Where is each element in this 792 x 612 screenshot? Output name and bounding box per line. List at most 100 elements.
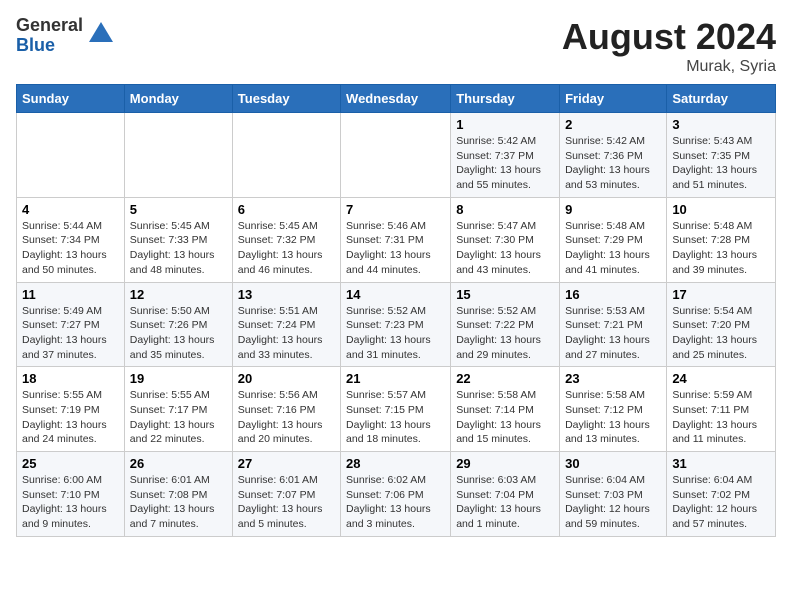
day-number: 31	[672, 456, 770, 471]
day-number: 26	[130, 456, 227, 471]
day-info: Sunrise: 6:00 AM Sunset: 7:10 PM Dayligh…	[22, 473, 119, 532]
header-wednesday: Wednesday	[341, 85, 451, 113]
calendar-cell: 1 Sunrise: 5:42 AM Sunset: 7:37 PM Daylig…	[451, 113, 560, 198]
day-info: Sunrise: 5:48 AM Sunset: 7:28 PM Dayligh…	[672, 219, 770, 278]
day-number: 2	[565, 117, 661, 132]
week-row-1: 1 Sunrise: 5:42 AM Sunset: 7:37 PM Daylig…	[17, 113, 776, 198]
day-number: 24	[672, 371, 770, 386]
week-row-4: 18 Sunrise: 5:55 AM Sunset: 7:19 PM Dayli…	[17, 367, 776, 452]
calendar-cell: 7 Sunrise: 5:46 AM Sunset: 7:31 PM Daylig…	[341, 197, 451, 282]
day-number: 8	[456, 202, 554, 217]
day-info: Sunrise: 6:02 AM Sunset: 7:06 PM Dayligh…	[346, 473, 445, 532]
calendar-cell: 13 Sunrise: 5:51 AM Sunset: 7:24 PM Dayli…	[232, 282, 340, 367]
day-number: 7	[346, 202, 445, 217]
day-info: Sunrise: 5:52 AM Sunset: 7:23 PM Dayligh…	[346, 304, 445, 363]
day-number: 28	[346, 456, 445, 471]
day-info: Sunrise: 6:01 AM Sunset: 7:07 PM Dayligh…	[238, 473, 335, 532]
day-number: 12	[130, 287, 227, 302]
calendar-table: SundayMondayTuesdayWednesdayThursdayFrid…	[16, 84, 776, 537]
calendar-cell: 29Sunrise: 6:03 AM Sunset: 7:04 PM Dayli…	[451, 452, 560, 537]
day-info: Sunrise: 5:50 AM Sunset: 7:26 PM Dayligh…	[130, 304, 227, 363]
day-info: Sunrise: 5:46 AM Sunset: 7:31 PM Dayligh…	[346, 219, 445, 278]
day-info: Sunrise: 5:51 AM Sunset: 7:24 PM Dayligh…	[238, 304, 335, 363]
day-info: Sunrise: 5:52 AM Sunset: 7:22 PM Dayligh…	[456, 304, 554, 363]
day-number: 6	[238, 202, 335, 217]
calendar-cell: 22 Sunrise: 5:58 AM Sunset: 7:14 PM Dayli…	[451, 367, 560, 452]
calendar-cell: 27 Sunrise: 6:01 AM Sunset: 7:07 PM Dayli…	[232, 452, 340, 537]
day-number: 21	[346, 371, 445, 386]
weekday-header-row: SundayMondayTuesdayWednesdayThursdayFrid…	[17, 85, 776, 113]
calendar-cell: 30 Sunrise: 6:04 AM Sunset: 7:03 PM Dayli…	[560, 452, 667, 537]
day-info: Sunrise: 5:55 AM Sunset: 7:17 PM Dayligh…	[130, 388, 227, 447]
day-number: 15	[456, 287, 554, 302]
day-info: Sunrise: 5:58 AM Sunset: 7:12 PM Dayligh…	[565, 388, 661, 447]
day-number: 18	[22, 371, 119, 386]
day-info: Sunrise: 5:43 AM Sunset: 7:35 PM Dayligh…	[672, 134, 770, 193]
day-info: Sunrise: 5:47 AM Sunset: 7:30 PM Dayligh…	[456, 219, 554, 278]
day-number: 10	[672, 202, 770, 217]
location-label: Murak, Syria	[562, 58, 776, 76]
calendar-cell: 9 Sunrise: 5:48 AM Sunset: 7:29 PM Daylig…	[560, 197, 667, 282]
day-number: 27	[238, 456, 335, 471]
calendar-cell	[17, 113, 125, 198]
day-number: 14	[346, 287, 445, 302]
day-info: Sunrise: 5:53 AM Sunset: 7:21 PM Dayligh…	[565, 304, 661, 363]
day-info: Sunrise: 5:45 AM Sunset: 7:33 PM Dayligh…	[130, 219, 227, 278]
header-thursday: Thursday	[451, 85, 560, 113]
calendar-cell: 5 Sunrise: 5:45 AM Sunset: 7:33 PM Daylig…	[124, 197, 232, 282]
day-number: 25	[22, 456, 119, 471]
calendar-cell: 24Sunrise: 5:59 AM Sunset: 7:11 PM Dayli…	[667, 367, 776, 452]
day-info: Sunrise: 5:57 AM Sunset: 7:15 PM Dayligh…	[346, 388, 445, 447]
header-monday: Monday	[124, 85, 232, 113]
title-block: August 2024 Murak, Syria	[562, 16, 776, 76]
day-number: 5	[130, 202, 227, 217]
calendar-cell: 16Sunrise: 5:53 AM Sunset: 7:21 PM Dayli…	[560, 282, 667, 367]
day-info: Sunrise: 6:01 AM Sunset: 7:08 PM Dayligh…	[130, 473, 227, 532]
day-number: 1	[456, 117, 554, 132]
page-header: General Blue August 2024 Murak, Syria	[16, 16, 776, 76]
logo-blue: Blue	[16, 36, 83, 56]
logo-general: General	[16, 16, 83, 36]
month-year-title: August 2024	[562, 16, 776, 58]
day-info: Sunrise: 5:44 AM Sunset: 7:34 PM Dayligh…	[22, 219, 119, 278]
day-info: Sunrise: 5:49 AM Sunset: 7:27 PM Dayligh…	[22, 304, 119, 363]
calendar-cell: 18 Sunrise: 5:55 AM Sunset: 7:19 PM Dayli…	[17, 367, 125, 452]
week-row-5: 25 Sunrise: 6:00 AM Sunset: 7:10 PM Dayli…	[17, 452, 776, 537]
calendar-cell	[232, 113, 340, 198]
day-info: Sunrise: 5:58 AM Sunset: 7:14 PM Dayligh…	[456, 388, 554, 447]
calendar-cell: 20Sunrise: 5:56 AM Sunset: 7:16 PM Dayli…	[232, 367, 340, 452]
day-info: Sunrise: 5:48 AM Sunset: 7:29 PM Dayligh…	[565, 219, 661, 278]
day-number: 19	[130, 371, 227, 386]
week-row-3: 11 Sunrise: 5:49 AM Sunset: 7:27 PM Dayli…	[17, 282, 776, 367]
day-info: Sunrise: 5:45 AM Sunset: 7:32 PM Dayligh…	[238, 219, 335, 278]
day-number: 17	[672, 287, 770, 302]
logo-text: General Blue	[16, 16, 83, 56]
calendar-cell: 10 Sunrise: 5:48 AM Sunset: 7:28 PM Dayli…	[667, 197, 776, 282]
header-friday: Friday	[560, 85, 667, 113]
calendar-cell	[124, 113, 232, 198]
header-sunday: Sunday	[17, 85, 125, 113]
calendar-cell: 2 Sunrise: 5:42 AM Sunset: 7:36 PM Daylig…	[560, 113, 667, 198]
header-saturday: Saturday	[667, 85, 776, 113]
calendar-cell: 11 Sunrise: 5:49 AM Sunset: 7:27 PM Dayli…	[17, 282, 125, 367]
day-number: 13	[238, 287, 335, 302]
day-number: 23	[565, 371, 661, 386]
day-info: Sunrise: 5:56 AM Sunset: 7:16 PM Dayligh…	[238, 388, 335, 447]
calendar-cell: 25 Sunrise: 6:00 AM Sunset: 7:10 PM Dayli…	[17, 452, 125, 537]
day-number: 29	[456, 456, 554, 471]
day-info: Sunrise: 6:04 AM Sunset: 7:03 PM Dayligh…	[565, 473, 661, 532]
day-number: 30	[565, 456, 661, 471]
day-info: Sunrise: 5:54 AM Sunset: 7:20 PM Dayligh…	[672, 304, 770, 363]
day-number: 11	[22, 287, 119, 302]
calendar-cell: 28 Sunrise: 6:02 AM Sunset: 7:06 PM Dayli…	[341, 452, 451, 537]
calendar-cell: 17 Sunrise: 5:54 AM Sunset: 7:20 PM Dayli…	[667, 282, 776, 367]
day-info: Sunrise: 5:42 AM Sunset: 7:36 PM Dayligh…	[565, 134, 661, 193]
logo: General Blue	[16, 16, 115, 56]
day-number: 3	[672, 117, 770, 132]
day-number: 9	[565, 202, 661, 217]
calendar-cell: 6 Sunrise: 5:45 AM Sunset: 7:32 PM Daylig…	[232, 197, 340, 282]
calendar-cell: 14 Sunrise: 5:52 AM Sunset: 7:23 PM Dayli…	[341, 282, 451, 367]
day-info: Sunrise: 5:42 AM Sunset: 7:37 PM Dayligh…	[456, 134, 554, 193]
day-info: Sunrise: 5:55 AM Sunset: 7:19 PM Dayligh…	[22, 388, 119, 447]
day-number: 22	[456, 371, 554, 386]
